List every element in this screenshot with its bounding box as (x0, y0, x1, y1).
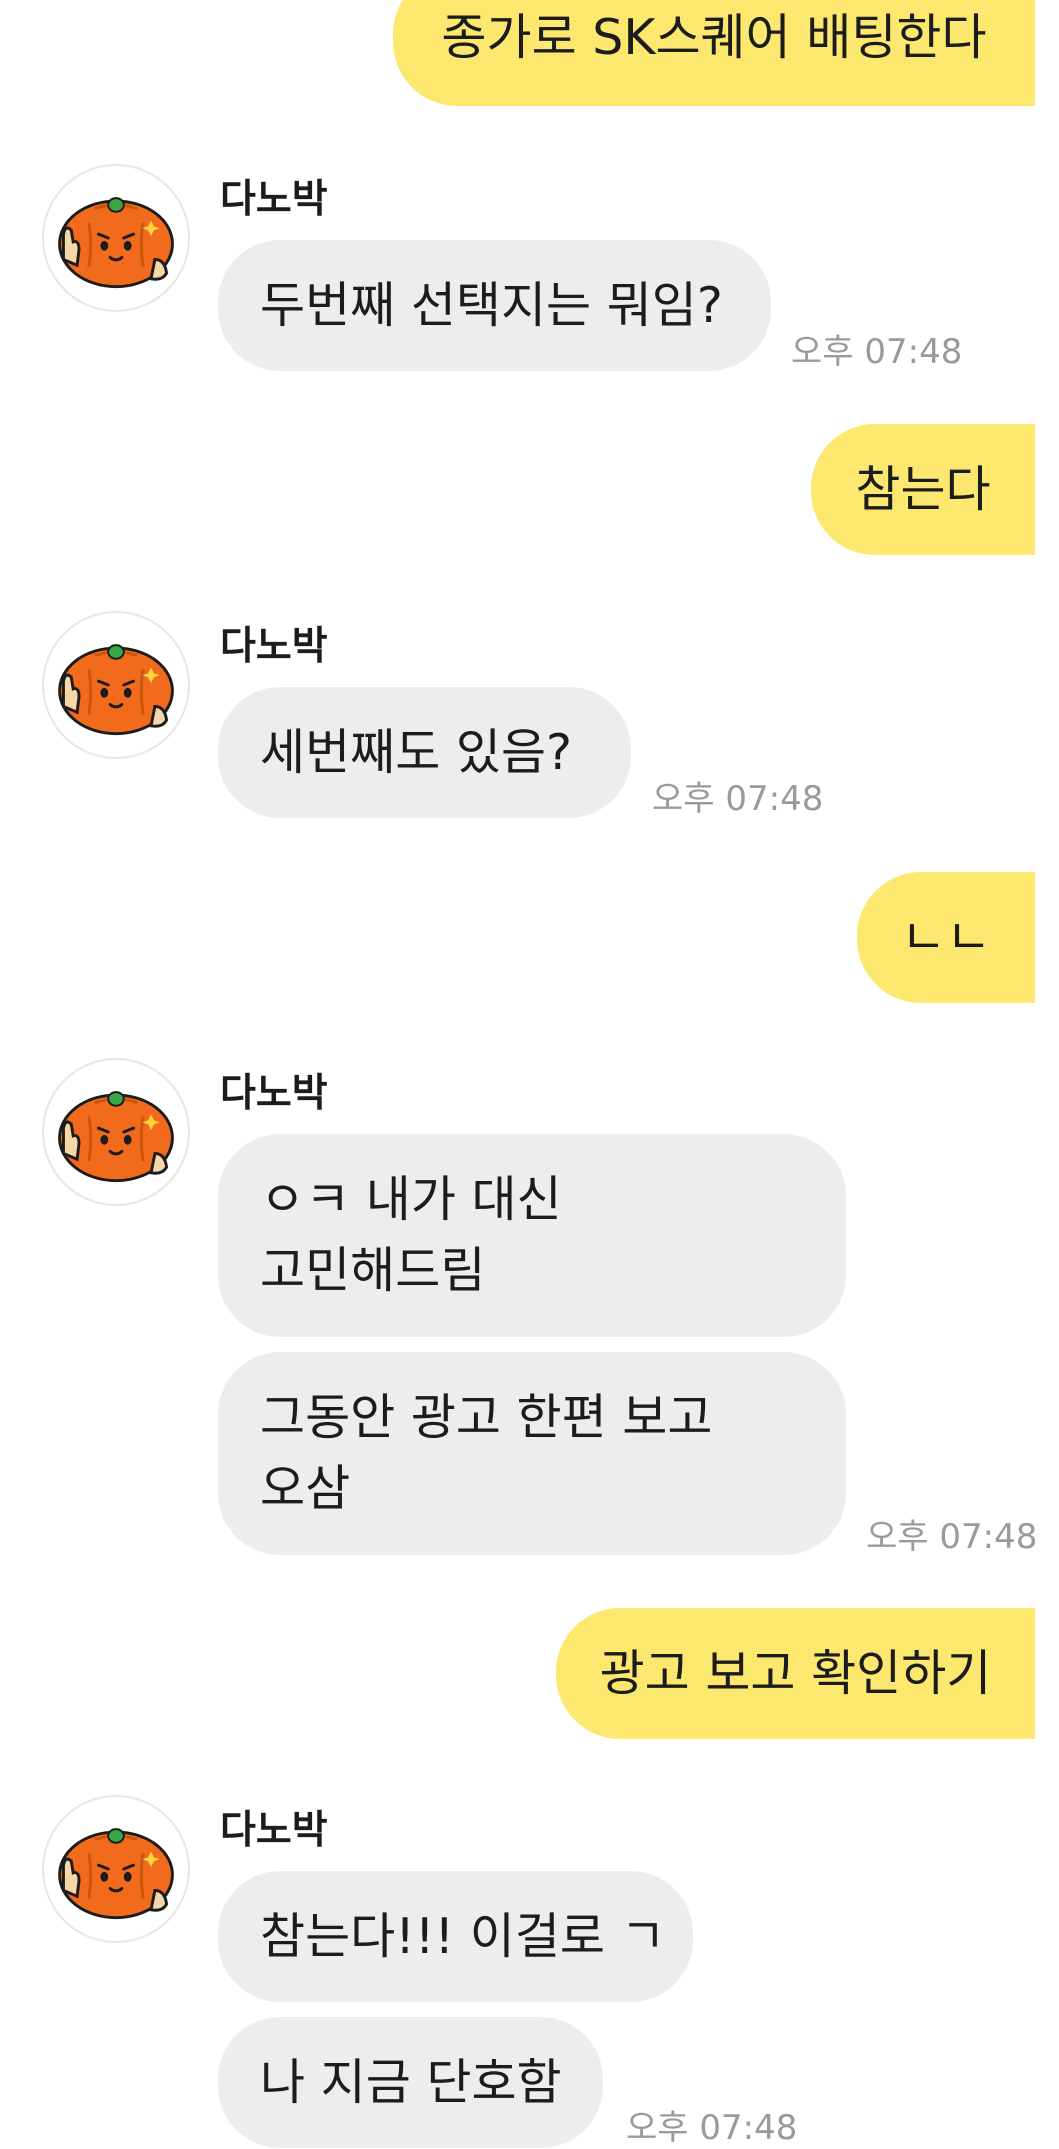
message-line: 고민해드림 (260, 1242, 486, 1300)
message-timestamp: 오후 07:48 (652, 779, 824, 819)
sender-name: 다노박 (220, 1071, 328, 1116)
bot-message-bubble: ㅇㅋ 내가 대신 고민해드림 (218, 1134, 846, 1337)
avatar[interactable] (42, 611, 190, 759)
sender-name: 다노박 (220, 177, 328, 222)
my-message-bubble: 참는다 (811, 424, 1035, 555)
message-text: 두번째 선택지는 뭐임? (260, 277, 723, 334)
message-text: 참는다!!! 이걸로 ㄱ (260, 1908, 666, 1965)
avatar[interactable] (42, 164, 190, 312)
sender-name: 다노박 (220, 1808, 328, 1853)
pumpkin-character-icon (44, 166, 188, 310)
pumpkin-character-icon (44, 613, 188, 757)
avatar[interactable] (42, 1795, 190, 1943)
message-text: 나 지금 단호함 (260, 2054, 562, 2111)
message-text: 종가로 SK스퀘어 배팅한다 (441, 9, 987, 67)
pumpkin-character-icon (44, 1060, 188, 1204)
message-timestamp: 오후 07:48 (626, 2108, 798, 2148)
my-message-bubble: 종가로 SK스퀘어 배팅한다 (393, 0, 1035, 106)
message-text: 세번째도 있음? (260, 724, 573, 781)
pumpkin-character-icon (44, 1797, 188, 1941)
message-line: ㅇㅋ 내가 대신 (260, 1171, 562, 1228)
message-text: 광고 보고 확인하기 (599, 1644, 992, 1702)
bot-message-bubble: 그동안 광고 한편 보고 오삼 (218, 1352, 846, 1555)
sender-name: 다노박 (220, 624, 328, 669)
bot-message-bubble: 두번째 선택지는 뭐임? (218, 240, 771, 371)
bot-message-bubble: 세번째도 있음? (218, 687, 631, 818)
message-timestamp: 오후 07:48 (791, 332, 963, 372)
bot-message-bubble: 참는다!!! 이걸로 ㄱ (218, 1871, 693, 2002)
message-text: ㄴㄴ (900, 908, 992, 966)
my-message-bubble: ㄴㄴ (857, 872, 1035, 1003)
my-message-bubble: 광고 보고 확인하기 (556, 1608, 1035, 1739)
avatar[interactable] (42, 1058, 190, 1206)
message-timestamp: 오후 07:48 (866, 1517, 1038, 1557)
message-line: 오삼 (260, 1460, 351, 1518)
message-text: 참는다 (855, 460, 991, 518)
bot-message-bubble: 나 지금 단호함 (218, 2017, 603, 2148)
message-line: 그동안 광고 한편 보고 (260, 1389, 713, 1446)
